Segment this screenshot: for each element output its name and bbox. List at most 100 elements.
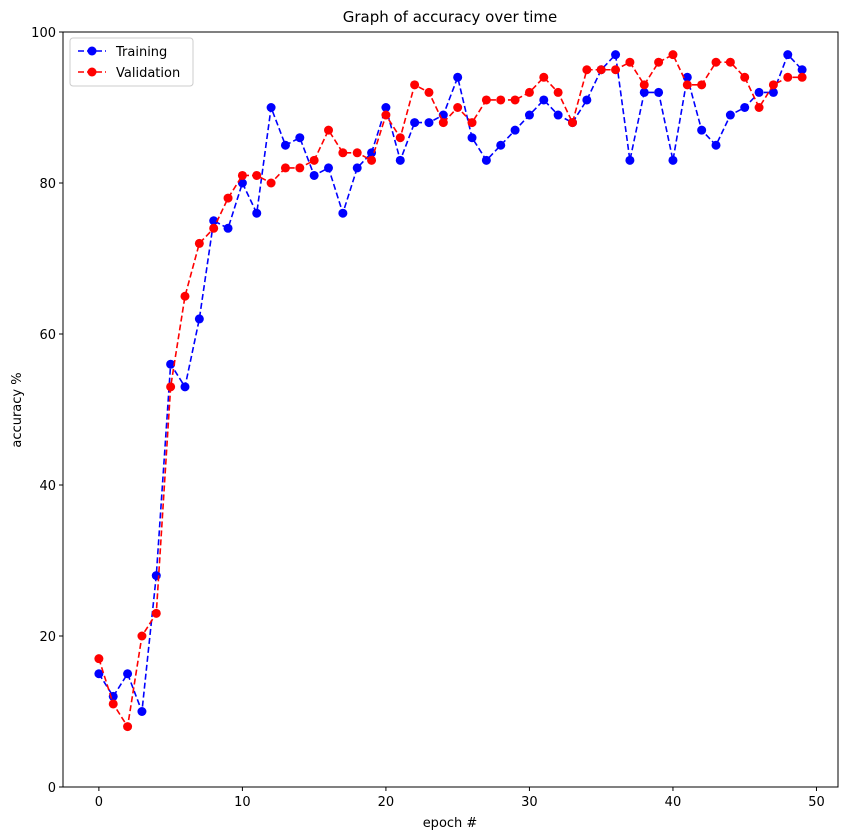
data-point-validation — [654, 57, 664, 67]
data-point-training — [625, 155, 635, 165]
data-point-training — [510, 125, 520, 135]
y-axis-label: accuracy % — [10, 372, 25, 447]
data-point-training — [410, 118, 420, 128]
x-tick-label: 30 — [521, 795, 538, 810]
data-point-training — [424, 118, 434, 128]
plot-frame — [62, 31, 839, 788]
data-point-validation — [539, 72, 549, 82]
data-point-validation — [324, 125, 334, 135]
data-point-training — [611, 50, 621, 60]
legend-marker-training — [87, 46, 97, 56]
data-point-training — [137, 707, 147, 716]
data-point-validation — [783, 72, 793, 82]
data-point-training — [553, 110, 563, 120]
data-point-validation — [352, 148, 362, 158]
series-line-validation — [98, 53, 803, 729]
data-point-validation — [596, 65, 606, 75]
y-tick-label: 80 — [39, 177, 56, 192]
accuracy-chart: Graph of accuracy over time 0 10 20 30 40 50 … — [10, 8, 839, 831]
legend-label-training: Training — [115, 45, 167, 60]
data-point-validation — [725, 57, 735, 67]
x-axis: 0 10 20 30 40 50 — [95, 787, 825, 810]
data-point-validation — [151, 608, 161, 618]
data-point-training — [582, 95, 592, 105]
data-point-validation — [668, 50, 678, 60]
y-tick-label: 40 — [39, 479, 56, 494]
data-point-validation — [338, 148, 348, 158]
data-point-validation — [381, 110, 391, 120]
data-point-validation — [367, 155, 377, 165]
data-point-validation — [395, 133, 405, 143]
data-point-training — [654, 87, 664, 97]
data-point-validation — [309, 155, 319, 165]
y-tick-label: 60 — [39, 328, 56, 343]
data-point-training — [194, 314, 204, 324]
y-axis: 0 20 40 60 80 100 — [31, 26, 63, 796]
data-point-training — [180, 382, 190, 392]
data-point-training — [280, 140, 290, 150]
series-training — [94, 50, 807, 716]
data-point-validation — [237, 170, 247, 180]
data-point-validation — [94, 654, 104, 664]
data-point-validation — [697, 80, 707, 90]
data-point-validation — [510, 95, 520, 105]
legend-label-validation: Validation — [116, 66, 180, 81]
x-axis-label: epoch # — [423, 816, 478, 831]
y-tick-label: 20 — [39, 630, 56, 645]
data-point-training — [496, 140, 506, 150]
data-point-validation — [194, 238, 204, 248]
data-point-validation — [740, 72, 750, 82]
data-point-training — [252, 208, 262, 218]
data-point-training — [481, 155, 491, 165]
data-point-validation — [137, 631, 147, 641]
data-point-validation — [768, 80, 778, 90]
data-point-training — [395, 155, 405, 165]
data-point-validation — [682, 80, 692, 90]
data-point-validation — [108, 699, 118, 709]
data-point-validation — [711, 57, 721, 67]
chart-title: Graph of accuracy over time — [343, 8, 558, 26]
data-point-validation — [123, 722, 133, 732]
data-point-validation — [567, 118, 577, 128]
data-point-validation — [209, 223, 219, 233]
data-point-training — [309, 170, 319, 180]
data-point-training — [123, 669, 133, 679]
data-point-validation — [295, 163, 305, 173]
data-point-training — [453, 72, 463, 82]
data-point-validation — [467, 118, 477, 128]
data-point-validation — [166, 382, 176, 392]
plot-area — [62, 31, 839, 788]
data-point-validation — [280, 163, 290, 173]
data-point-training — [754, 87, 764, 97]
data-point-validation — [582, 65, 592, 75]
data-point-training — [223, 223, 233, 233]
data-point-validation — [252, 170, 262, 180]
data-point-validation — [266, 178, 276, 188]
x-tick-label: 20 — [378, 795, 395, 810]
data-point-validation — [453, 103, 463, 112]
data-point-training — [352, 163, 362, 173]
data-point-validation — [553, 87, 563, 97]
data-point-validation — [438, 118, 448, 128]
data-point-training — [524, 110, 534, 120]
series-validation — [94, 50, 807, 732]
x-tick-label: 40 — [665, 795, 682, 810]
data-point-training — [539, 95, 549, 105]
data-point-validation — [754, 103, 764, 112]
data-point-training — [740, 103, 750, 112]
data-point-training — [324, 163, 334, 173]
data-point-training — [697, 125, 707, 135]
data-point-training — [668, 155, 678, 165]
x-tick-label: 0 — [95, 795, 103, 810]
data-point-validation — [424, 87, 434, 97]
data-point-validation — [611, 65, 621, 75]
data-point-validation — [524, 87, 534, 97]
y-tick-label: 0 — [48, 781, 56, 796]
data-point-training — [295, 133, 305, 143]
data-point-validation — [223, 193, 233, 203]
data-point-training — [711, 140, 721, 150]
data-point-validation — [180, 291, 190, 301]
data-point-validation — [496, 95, 506, 105]
series-line-training — [98, 52, 803, 712]
data-point-training — [725, 110, 735, 120]
